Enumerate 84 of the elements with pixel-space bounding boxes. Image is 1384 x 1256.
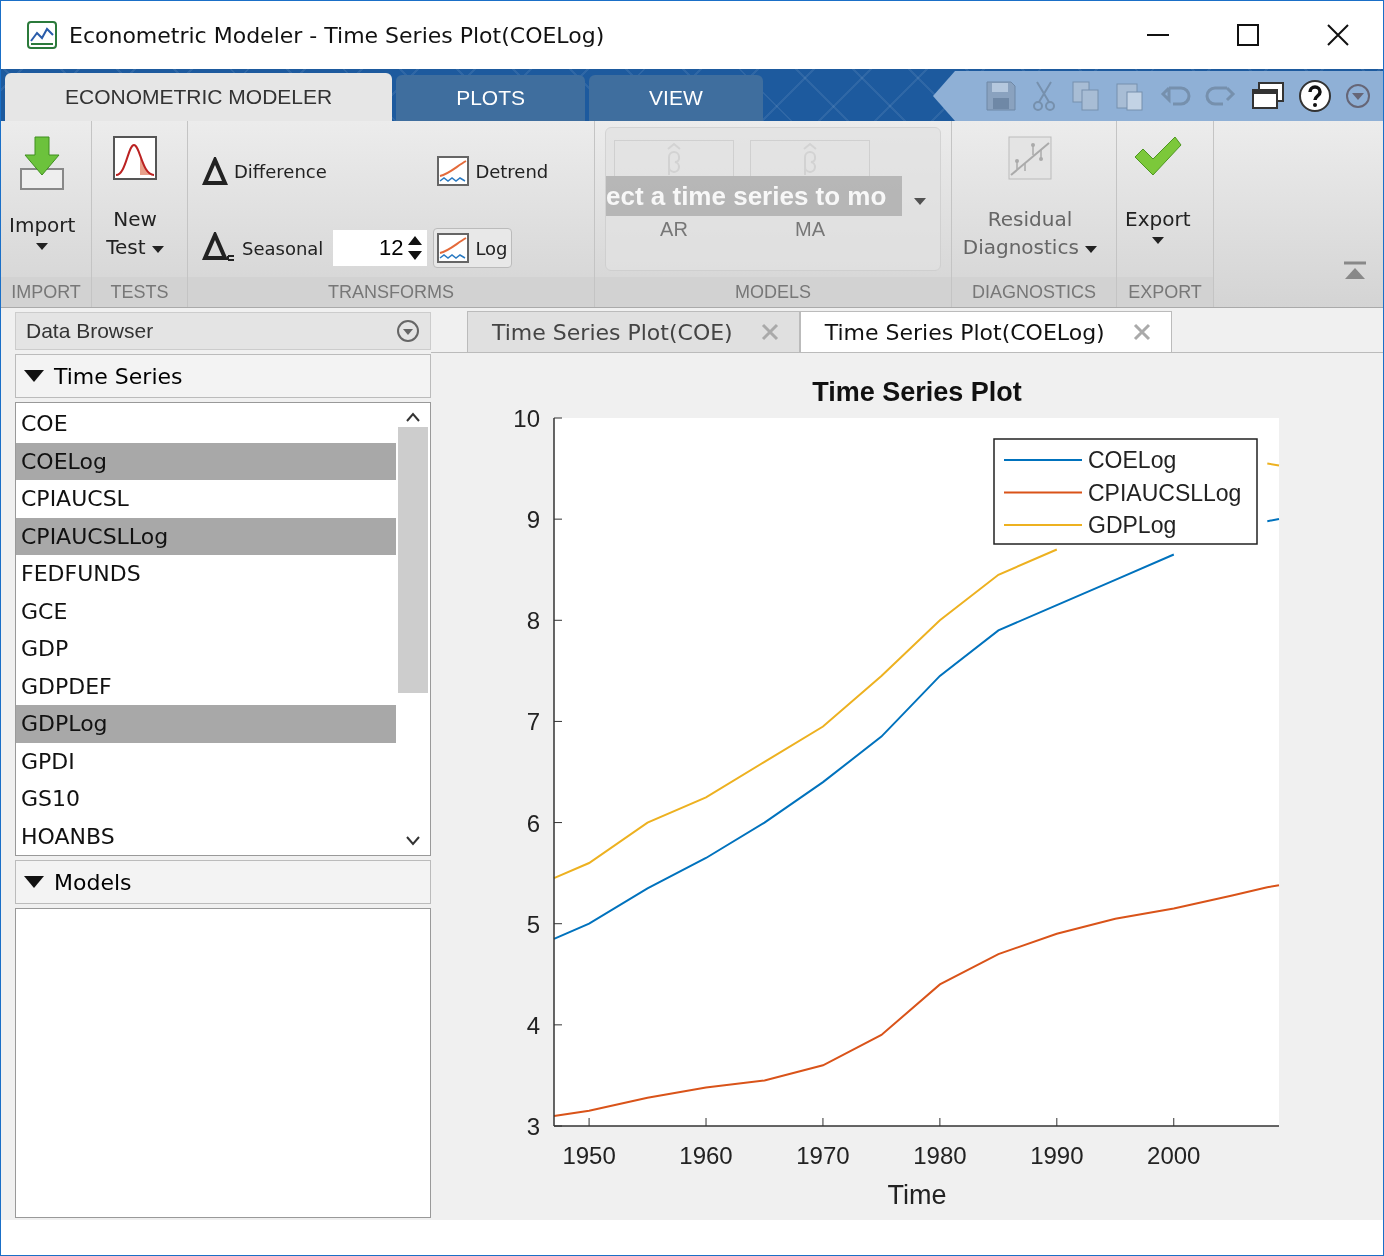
- dropdown-icon[interactable]: [1345, 83, 1371, 109]
- trend-chart-icon: [437, 156, 470, 186]
- minimize-icon: [1147, 34, 1169, 36]
- notice-banner: ect a time series to mo: [606, 176, 902, 216]
- caret-icon: [36, 243, 49, 251]
- ribbon-tab[interactable]: PLOTS: [396, 75, 586, 121]
- x-tick-label: 1960: [679, 1142, 733, 1169]
- y-tick-label: 5: [526, 910, 540, 938]
- distribution-icon: [112, 135, 158, 181]
- scroll-up-icon[interactable]: [405, 411, 421, 423]
- window-title: Econometric Modeler - Time Series Plot(COELog): [69, 22, 606, 48]
- delta-icon: [202, 157, 228, 185]
- spinner-arrows-icon[interactable]: [407, 234, 424, 262]
- import-icon: [19, 135, 66, 193]
- series-item[interactable]: CPIAUCSLLog: [16, 517, 396, 555]
- section-header[interactable]: Models: [15, 860, 431, 904]
- legend-label: CPIAUCSLLog: [1088, 479, 1242, 506]
- detrend-button[interactable]: Detrend: [433, 151, 553, 191]
- scroll-down-icon[interactable]: [405, 835, 421, 847]
- x-tick-label: 1970: [796, 1142, 850, 1169]
- export-button[interactable]: Export: [1117, 121, 1199, 277]
- series-item[interactable]: HOANBS: [16, 817, 396, 855]
- log-button[interactable]: Log: [433, 228, 512, 268]
- collapse-ribbon-icon[interactable]: [1343, 261, 1367, 281]
- x-tick-label: 2000: [1147, 1142, 1201, 1169]
- save-icon[interactable]: [985, 80, 1017, 112]
- y-tick-label: 4: [526, 1011, 540, 1039]
- x-tick-label: 1950: [562, 1142, 616, 1169]
- seasonal-button[interactable]: Seasonal: [198, 227, 328, 269]
- import-button[interactable]: Import: [1, 121, 84, 277]
- ribbon-tab[interactable]: VIEW: [589, 75, 763, 121]
- document-tab[interactable]: Time Series Plot(COE): [467, 311, 800, 352]
- x-tick-label: 1990: [1030, 1142, 1084, 1169]
- chart-title: Time Series Plot: [812, 377, 1022, 407]
- series-item[interactable]: GDP: [16, 630, 396, 668]
- section-header[interactable]: Time Series: [15, 354, 431, 398]
- close-icon[interactable]: [1132, 323, 1151, 341]
- app-icon: [27, 21, 57, 49]
- close-icon[interactable]: [760, 323, 779, 341]
- expanded-triangle-icon: [24, 368, 44, 384]
- caret-icon: [151, 246, 164, 254]
- new-test-button[interactable]: New Test: [92, 121, 178, 277]
- series-item[interactable]: CPIAUCSL: [16, 480, 396, 518]
- seasonal-spinner[interactable]: 12: [333, 230, 428, 266]
- y-tick-label: 3: [526, 1113, 540, 1140]
- cut-icon[interactable]: [1031, 80, 1057, 112]
- y-tick-label: 6: [526, 809, 540, 837]
- legend-label: GDPLog: [1088, 512, 1177, 538]
- tab-title: Time Series Plot(COELog): [824, 319, 1105, 345]
- gallery-caret-icon: [914, 198, 926, 206]
- maximize-icon: [1237, 24, 1259, 46]
- paste-icon[interactable]: [1115, 80, 1145, 112]
- y-tick-label: 8: [526, 607, 540, 635]
- ribbon-tab[interactable]: ECONOMETRIC MODELER: [5, 73, 393, 121]
- y-tick-label: 9: [526, 506, 540, 534]
- caret-icon: [1151, 237, 1164, 245]
- series-item[interactable]: GDPDEF: [16, 667, 396, 705]
- series-item[interactable]: FEDFUNDS: [16, 555, 396, 593]
- series-item[interactable]: COE: [16, 405, 396, 443]
- expanded-triangle-icon: [24, 874, 44, 890]
- help-icon[interactable]: [1299, 80, 1331, 112]
- window-icon[interactable]: [1251, 81, 1285, 111]
- dropdown-icon[interactable]: [396, 319, 420, 343]
- series-item[interactable]: GDPLog: [16, 705, 396, 743]
- x-axis-label: Time: [887, 1180, 947, 1210]
- residual-plot-icon: [1007, 135, 1053, 181]
- caret-icon: [1085, 246, 1098, 254]
- close-icon: [1327, 24, 1349, 46]
- series-item[interactable]: GPDI: [16, 742, 396, 780]
- checkmark-icon: [1132, 135, 1183, 177]
- series-item[interactable]: GS10: [16, 780, 396, 818]
- legend-label: COELog: [1088, 447, 1177, 473]
- y-tick-label: 7: [526, 708, 540, 736]
- document-tab[interactable]: Time Series Plot(COELog): [799, 311, 1172, 352]
- difference-button[interactable]: Difference: [198, 152, 331, 190]
- x-tick-label: 1980: [913, 1142, 967, 1169]
- seasonal-delta-icon: [202, 232, 236, 264]
- copy-icon[interactable]: [1071, 80, 1101, 112]
- panel-title: Data Browser: [26, 319, 154, 343]
- series-item[interactable]: COELog: [16, 442, 396, 480]
- series-item[interactable]: GCE: [16, 592, 396, 630]
- tab-title: Time Series Plot(COE): [492, 319, 733, 345]
- y-tick-label: 10: [513, 405, 540, 432]
- trend-chart-icon: [437, 233, 470, 263]
